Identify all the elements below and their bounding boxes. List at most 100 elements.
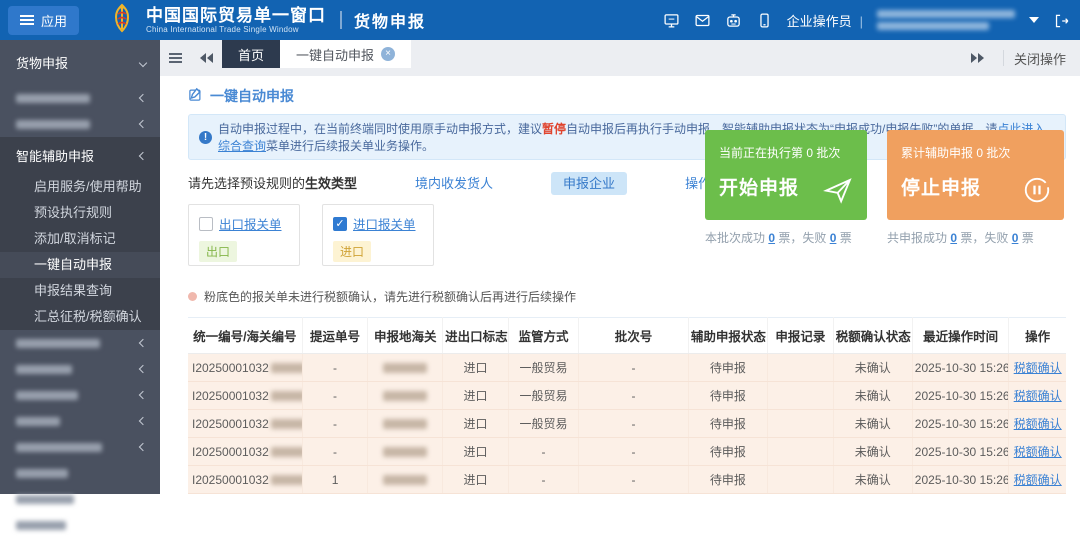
sidebar-subitem-5[interactable]: 汇总征税/税额确认: [0, 304, 160, 330]
account-dropdown-caret-icon[interactable]: [1029, 17, 1039, 23]
chevron-left-icon: [139, 339, 147, 347]
cell-batch-number: -: [579, 466, 689, 494]
sidebar-item-redacted-5[interactable]: [0, 382, 160, 408]
tax-confirm-link[interactable]: 税额确认: [1014, 389, 1062, 403]
module-title: 货物申报: [354, 8, 426, 32]
header-divider: [340, 11, 342, 29]
cell-ie-flag: 进口: [443, 382, 509, 410]
logout-icon[interactable]: [1053, 12, 1070, 29]
sidebar-item-redacted-6[interactable]: [0, 408, 160, 434]
rule-option-0[interactable]: 境内收发货人: [403, 172, 505, 195]
sidebar-item-cargo-declaration[interactable]: 货物申报: [0, 40, 160, 85]
cell-batch-number: -: [579, 354, 689, 382]
hamburger-icon: [20, 19, 34, 21]
sidebar-subitem-4[interactable]: 申报结果查询: [0, 278, 160, 304]
cell-customs-redacted: [368, 466, 443, 494]
total-stats: 共申报成功 0 票，失败 0 票: [887, 229, 1064, 246]
start-declaration-button[interactable]: 当前正在执行第 0 批次 开始申报: [705, 130, 867, 220]
cell-unified-number: I20250001032: [188, 438, 302, 466]
column-header-1: 提运单号: [302, 318, 368, 354]
rule-type-options: 境内收发货人申报企业操作员: [357, 173, 736, 192]
cell-ie-flag: 进口: [443, 438, 509, 466]
sidebar-item-redacted-7[interactable]: [0, 434, 160, 460]
sidebar-subitem-0[interactable]: 启用服务/使用帮助: [0, 174, 160, 200]
import-declaration-link[interactable]: 进口报关单: [353, 214, 416, 233]
cell-customs-redacted: [368, 410, 443, 438]
import-checkbox[interactable]: ✓: [333, 217, 347, 231]
cell-operation: 税额确认: [1009, 410, 1066, 438]
sidebar: 货物申报 智能辅助申报 启用服务/使用帮助预设执行规则添加/取消标记一键自动申报…: [0, 40, 160, 494]
collapse-sidebar-icon[interactable]: [160, 40, 191, 76]
tax-confirm-link[interactable]: 税额确认: [1014, 445, 1062, 459]
close-tab-icon[interactable]: ×: [381, 47, 395, 61]
cell-tax-confirm-status: 未确认: [833, 410, 912, 438]
sidebar-subitem-1[interactable]: 预设执行规则: [0, 200, 160, 226]
tab-home[interactable]: 首页: [222, 40, 280, 68]
cell-last-operation-time: 2025-10-30 15:26:41: [912, 438, 1009, 466]
cell-unified-number: I20250001032: [188, 466, 302, 494]
cell-operation: 税额确认: [1009, 382, 1066, 410]
role-label: 企业操作员|: [787, 11, 863, 30]
sidebar-item-redacted-9[interactable]: [0, 486, 160, 512]
cell-operation: 税额确认: [1009, 466, 1066, 494]
brand-title: 中国国际贸易单一窗口: [146, 7, 326, 25]
column-header-5: 批次号: [579, 318, 689, 354]
scroll-tabs-left-icon[interactable]: [191, 40, 222, 76]
scroll-tabs-right-icon[interactable]: [962, 53, 993, 63]
apps-button[interactable]: 应用: [8, 6, 79, 35]
sidebar-item-redacted-10[interactable]: [0, 512, 160, 538]
rule-type-label: 请先选择预设规则的生效类型: [188, 173, 357, 192]
sidebar-item-redacted-4[interactable]: [0, 356, 160, 382]
column-header-0: 统一编号/海关编号: [188, 318, 302, 354]
column-header-6: 辅助申报状态: [688, 318, 767, 354]
sidebar-subitem-3[interactable]: 一键自动申报: [0, 252, 160, 278]
cell-supervision-mode: 一般贸易: [508, 382, 578, 410]
tax-confirm-link[interactable]: 税额确认: [1014, 473, 1062, 487]
cell-operation: 税额确认: [1009, 354, 1066, 382]
cell-ie-flag: 进口: [443, 354, 509, 382]
import-declaration-card: ✓ 进口报关单 进口: [322, 204, 434, 266]
column-header-10: 操作: [1009, 318, 1066, 354]
column-header-8: 税额确认状态: [833, 318, 912, 354]
export-declaration-link[interactable]: 出口报关单: [219, 214, 282, 233]
mobile-icon[interactable]: [756, 12, 773, 29]
column-header-9: 最近操作时间: [912, 318, 1009, 354]
close-operation-button[interactable]: 关闭操作: [1014, 49, 1080, 68]
column-header-3: 进出口标志: [443, 318, 509, 354]
sidebar-subitem-2[interactable]: 添加/取消标记: [0, 226, 160, 252]
tab-one-click-auto-declare[interactable]: 一键自动申报 ×: [280, 40, 411, 68]
table-header-row: 统一编号/海关编号提运单号申报地海关进出口标志监管方式批次号辅助申报状态申报记录…: [188, 318, 1066, 354]
cell-declare-record: [767, 466, 833, 494]
column-header-2: 申报地海关: [368, 318, 443, 354]
top-header: 应用 中国国际贸易单一窗口 China International Trade …: [0, 0, 1080, 40]
tabbar-divider: [1003, 50, 1004, 66]
cell-bill-number: -: [302, 354, 368, 382]
sidebar-item-redacted-8[interactable]: [0, 460, 160, 486]
tax-confirm-link[interactable]: 税额确认: [1014, 417, 1062, 431]
sidebar-item-smart-assist-declaration[interactable]: 智能辅助申报: [0, 137, 160, 174]
sidebar-item-redacted-1[interactable]: [0, 85, 160, 111]
mail-icon[interactable]: [694, 12, 711, 29]
pink-note: 粉底色的报关单未进行税额确认，请先进行税额确认后再进行后续操作: [188, 288, 1066, 305]
sidebar-submenu: 启用服务/使用帮助预设执行规则添加/取消标记一键自动申报申报结果查询汇总征税/税…: [0, 174, 160, 330]
sidebar-group-smart-assist: 智能辅助申报 启用服务/使用帮助预设执行规则添加/取消标记一键自动申报申报结果查…: [0, 137, 160, 330]
sidebar-item-redacted-2[interactable]: [0, 111, 160, 137]
chevron-left-icon: [139, 391, 147, 399]
table-row: I20250001032-进口--待申报未确认2025-10-30 15:26:…: [188, 438, 1066, 466]
column-header-4: 监管方式: [508, 318, 578, 354]
rule-option-1[interactable]: 申报企业: [551, 172, 627, 195]
cell-ie-flag: 进口: [443, 410, 509, 438]
tax-confirm-link[interactable]: 税额确认: [1014, 361, 1062, 375]
monitor-icon[interactable]: [663, 12, 680, 29]
table-body: I20250001032-进口一般贸易-待申报未确认2025-10-30 15:…: [188, 354, 1066, 495]
cell-assist-status: 待申报: [688, 438, 767, 466]
chevron-left-icon: [139, 94, 147, 102]
cell-customs-redacted: [368, 382, 443, 410]
table-row: I20250001032-进口一般贸易-待申报未确认2025-10-30 15:…: [188, 354, 1066, 382]
export-checkbox[interactable]: [199, 217, 213, 231]
sidebar-item-redacted-3[interactable]: [0, 330, 160, 356]
table-row: I20250001032-进口一般贸易-待申报未确认2025-10-30 15:…: [188, 382, 1066, 410]
stop-declaration-button[interactable]: 累计辅助申报 0 批次 停止申报: [887, 130, 1064, 220]
robot-icon[interactable]: [725, 12, 742, 29]
cell-batch-number: -: [579, 382, 689, 410]
